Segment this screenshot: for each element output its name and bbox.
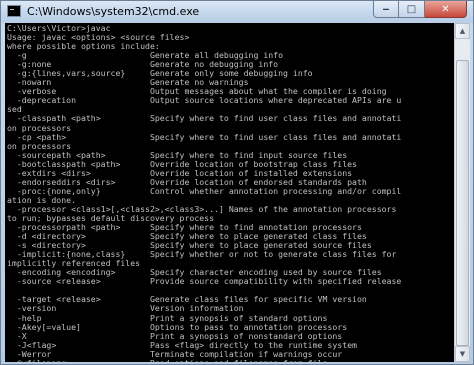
console-text: C:\Users\Victor>javac Usage: javac <opti… (5, 23, 454, 362)
cmd-icon[interactable] (7, 5, 21, 17)
scroll-down-button[interactable]: ▼ (455, 346, 470, 362)
scroll-down-icon: ▼ (459, 350, 466, 358)
minimize-icon: ‒ (382, 3, 390, 15)
console-line: -source <release> Provide source compati… (7, 276, 402, 287)
console-line: -deprecation Output source locations whe… (7, 95, 402, 106)
scrollbar-thumb[interactable] (456, 60, 469, 346)
window-title: C:\Windows\system32\cmd.exe (27, 5, 200, 18)
close-button[interactable]: ✕ (425, 1, 467, 18)
console-line: @<filename> Read options and filenames f… (7, 358, 328, 362)
scroll-up-icon: ▲ (459, 27, 466, 35)
close-icon: ✕ (441, 3, 450, 15)
cmd-window: C:\Windows\system32\cmd.exe ‒ □ ✕ C:\Use… (0, 0, 474, 365)
scroll-up-button[interactable]: ▲ (455, 23, 470, 39)
title-bar[interactable]: C:\Windows\system32\cmd.exe ‒ □ ✕ (1, 1, 473, 23)
maximize-button[interactable]: □ (399, 1, 425, 18)
minimize-button[interactable]: ‒ (373, 1, 399, 18)
console-output[interactable]: C:\Users\Victor>javac Usage: javac <opti… (5, 23, 454, 362)
maximize-icon: □ (406, 3, 417, 15)
vertical-scrollbar[interactable]: ▲ ▼ (454, 23, 470, 362)
window-controls: ‒ □ ✕ (373, 1, 467, 19)
